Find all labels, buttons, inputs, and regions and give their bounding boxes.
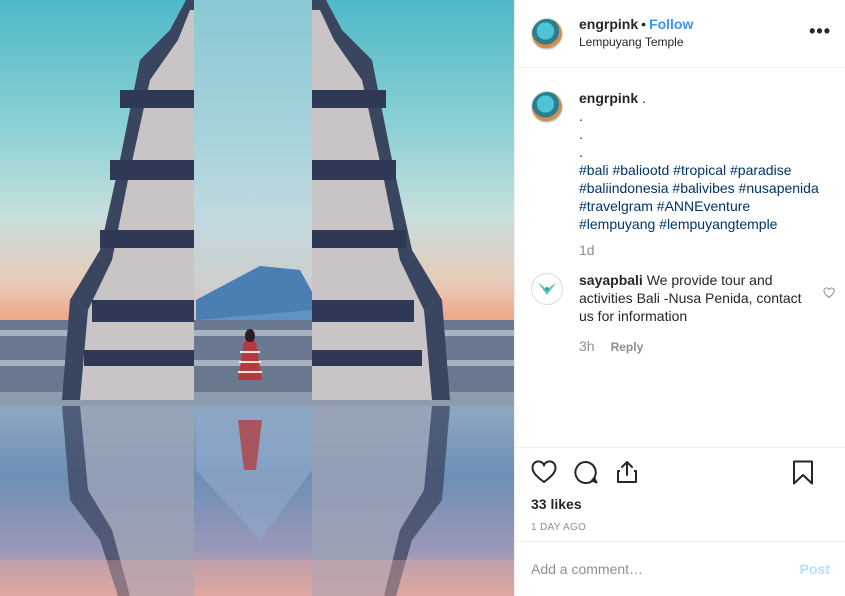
comment-body: sayapbali We provide tour and activities… xyxy=(579,271,809,356)
author-info: engrpink • Follow Lempuyang Temple xyxy=(579,16,693,51)
author-avatar[interactable] xyxy=(531,17,563,50)
commenter-username[interactable]: sayapbali xyxy=(579,272,643,288)
comment-meta: 3h Reply xyxy=(579,337,809,356)
caption-line-1: . xyxy=(638,90,646,106)
instagram-post: engrpink • Follow Lempuyang Temple ••• eng… xyxy=(0,0,845,596)
share-icon[interactable] xyxy=(615,460,639,484)
caption-hashtags[interactable]: #bali #baliootd #tropical #paradise #bal… xyxy=(579,161,830,233)
save-bookmark-icon[interactable] xyxy=(792,460,814,485)
comment-time[interactable]: 3h xyxy=(579,337,595,355)
caption-username[interactable]: engrpink xyxy=(579,90,638,106)
comment-input[interactable] xyxy=(531,561,800,577)
caption-avatar[interactable] xyxy=(531,91,563,123)
action-icons xyxy=(531,448,830,496)
post-timestamp[interactable]: 1 DAY AGO xyxy=(531,522,830,533)
post-photo[interactable] xyxy=(0,0,514,596)
sayapbali-logo-icon xyxy=(538,283,556,295)
add-comment-bar: Post xyxy=(515,541,845,596)
author-username[interactable]: engrpink xyxy=(579,16,638,32)
caption-body: engrpink . . . . #bali #baliootd #tropic… xyxy=(579,89,830,259)
separator-dot: • xyxy=(641,16,647,32)
post-side-panel: engrpink • Follow Lempuyang Temple ••• eng… xyxy=(514,0,845,596)
like-count[interactable]: 33 likes xyxy=(531,496,830,512)
like-heart-icon[interactable] xyxy=(531,460,557,484)
reply-button[interactable]: Reply xyxy=(611,338,644,356)
caption-meta: 1d xyxy=(579,241,830,259)
follow-button[interactable]: Follow xyxy=(649,16,693,32)
caption-line-4: . xyxy=(579,144,583,160)
post-header: engrpink • Follow Lempuyang Temple ••• xyxy=(515,0,845,68)
comments-section: engrpink . . . . #bali #baliootd #tropic… xyxy=(515,69,845,447)
like-comment-heart-icon[interactable] xyxy=(823,287,835,299)
more-options-icon[interactable]: ••• xyxy=(809,22,831,40)
commenter-avatar[interactable] xyxy=(531,273,563,305)
caption-line-2: . xyxy=(579,108,583,124)
temple-gate-illustration xyxy=(0,0,514,596)
post-location[interactable]: Lempuyang Temple xyxy=(579,34,693,51)
comment-bubble-icon[interactable] xyxy=(573,460,599,484)
caption-line-3: . xyxy=(579,126,583,142)
post-comment-button[interactable]: Post xyxy=(800,561,830,577)
caption: engrpink . . . . #bali #baliootd #tropic… xyxy=(531,89,830,259)
caption-time[interactable]: 1d xyxy=(579,241,595,259)
post-actions: 33 likes 1 DAY AGO xyxy=(515,447,845,533)
comment-item: sayapbali We provide tour and activities… xyxy=(531,271,835,356)
